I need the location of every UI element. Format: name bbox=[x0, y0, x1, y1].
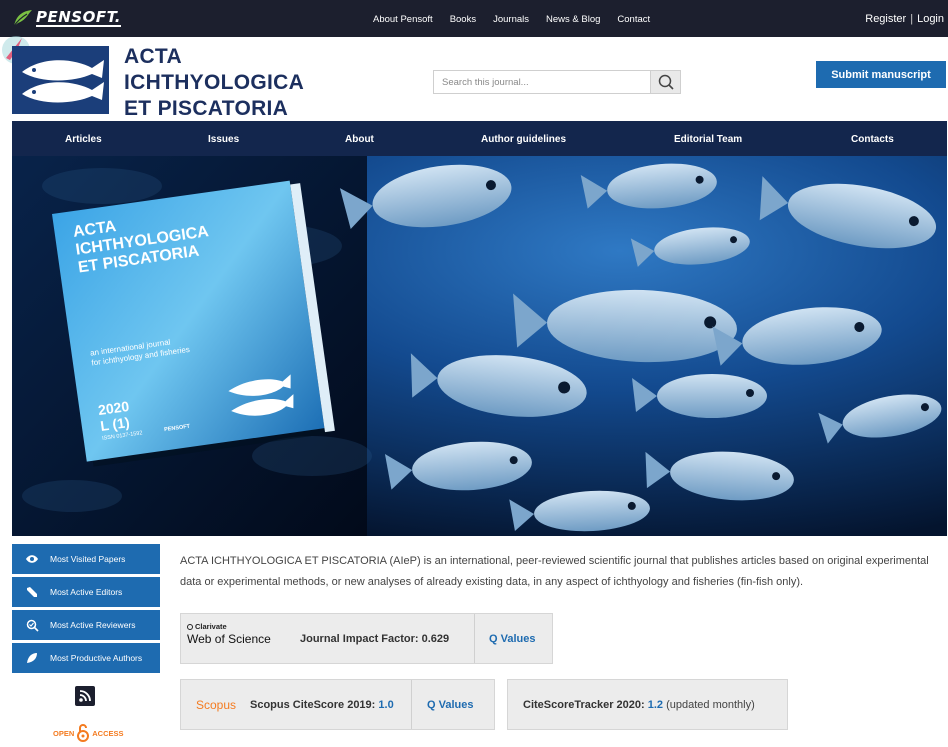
top-nav: About Pensoft Books Journals News & Blog… bbox=[373, 14, 650, 25]
wos-brand-main: Web of Science bbox=[187, 632, 271, 646]
nav-author-guidelines[interactable]: Author guidelines bbox=[481, 134, 566, 145]
open-access-logo: OPEN ACCESS bbox=[53, 724, 124, 742]
pensoft-logo[interactable]: PENSOFT. bbox=[12, 8, 121, 28]
topnav-books[interactable]: Books bbox=[450, 14, 476, 25]
topnav-about-pensoft[interactable]: About Pensoft bbox=[373, 14, 433, 25]
sidebar: Most Visited Papers Most Active Editors … bbox=[12, 544, 160, 676]
journal-title-line-2: ICHTHYOLOGICA bbox=[124, 71, 305, 94]
most-active-editors-button[interactable]: Most Active Editors bbox=[12, 577, 160, 607]
nav-issues[interactable]: Issues bbox=[208, 134, 239, 145]
rss-icon[interactable] bbox=[75, 686, 95, 706]
topnav-news-blog[interactable]: News & Blog bbox=[546, 14, 600, 25]
submit-manuscript-button[interactable]: Submit manuscript bbox=[816, 61, 946, 88]
pensoft-leaf-icon bbox=[13, 10, 32, 27]
wos-divider bbox=[474, 614, 475, 663]
most-active-reviewers-label: Most Active Reviewers bbox=[50, 620, 136, 630]
wos-brand-top: Clarivate bbox=[195, 622, 227, 631]
topnav-journals[interactable]: Journals bbox=[493, 14, 529, 25]
auth-separator: | bbox=[910, 13, 914, 25]
hero-banner: ACTA ICHTHYOLOGICA ET PISCATORIA an inte… bbox=[12, 156, 947, 536]
pen-icon bbox=[22, 586, 42, 598]
most-productive-authors-label: Most Productive Authors bbox=[50, 653, 143, 663]
web-of-science-box: Clarivate Web of Science Journal Impact … bbox=[180, 613, 553, 664]
nav-about[interactable]: About bbox=[345, 134, 374, 145]
nav-articles[interactable]: Articles bbox=[65, 134, 102, 145]
login-link[interactable]: Login bbox=[917, 13, 944, 25]
citescore-tracker-note: (updated monthly) bbox=[666, 699, 755, 711]
nav-contacts[interactable]: Contacts bbox=[851, 134, 894, 145]
pensoft-logo-text: PENSOFT. bbox=[36, 8, 121, 27]
scopus-citescore: Scopus CiteScore 2019: 1.0 bbox=[250, 699, 394, 711]
search-input[interactable]: Search this journal... bbox=[442, 77, 529, 88]
most-productive-authors-button[interactable]: Most Productive Authors bbox=[12, 643, 160, 673]
most-visited-papers-label: Most Visited Papers bbox=[50, 554, 126, 564]
scopus-logo: Scopus bbox=[196, 698, 237, 712]
journal-title[interactable]: ACTA ICHTHYOLOGICA ET PISCATORIA bbox=[124, 44, 304, 122]
leaf-icon bbox=[22, 652, 42, 664]
journal-logo[interactable] bbox=[12, 46, 109, 114]
open-lock-icon bbox=[77, 724, 90, 742]
topnav-contact[interactable]: Contact bbox=[617, 14, 650, 25]
cover-text: ACTA ICHTHYOLOGICA ET PISCATORIA an inte… bbox=[72, 191, 340, 442]
scopus-citescore-value: 1.0 bbox=[378, 699, 394, 711]
scopus-divider bbox=[411, 680, 412, 729]
search-box: Search this journal... bbox=[433, 70, 681, 94]
citescore-tracker-box: CiteScoreTracker 2020: 1.2 (updated mont… bbox=[507, 679, 788, 730]
search-button[interactable] bbox=[650, 71, 680, 93]
scopus-q-values-link[interactable]: Q Values bbox=[427, 699, 473, 711]
scopus-citescore-label: Scopus CiteScore 2019: bbox=[250, 699, 376, 711]
auth-links: Register | Login bbox=[865, 13, 944, 25]
journal-title-line-1: ACTA bbox=[124, 45, 182, 68]
main-nav: Articles Issues About Author guidelines … bbox=[12, 121, 947, 156]
eye-icon bbox=[22, 554, 42, 564]
most-active-editors-label: Most Active Editors bbox=[50, 587, 123, 597]
top-bar: PENSOFT. About Pensoft Books Journals Ne… bbox=[0, 0, 948, 37]
nav-editorial-team[interactable]: Editorial Team bbox=[674, 134, 742, 145]
journal-title-line-3: ET PISCATORIA bbox=[124, 97, 289, 120]
most-active-reviewers-button[interactable]: Most Active Reviewers bbox=[12, 610, 160, 640]
open-access-right: ACCESS bbox=[92, 728, 124, 738]
scopus-box: Scopus Scopus CiteScore 2019: 1.0 Q Valu… bbox=[180, 679, 495, 730]
journal-description: ACTA ICHTHYOLOGICA ET PISCATORIA (AIeP) … bbox=[180, 555, 929, 588]
wos-q-values-link[interactable]: Q Values bbox=[489, 633, 535, 645]
wos-impact-factor: Journal Impact Factor: 0.629 bbox=[300, 633, 450, 645]
register-link[interactable]: Register bbox=[865, 13, 906, 25]
wos-logo: Clarivate Web of Science bbox=[187, 622, 271, 646]
open-access-left: OPEN bbox=[53, 728, 75, 738]
most-visited-papers-button[interactable]: Most Visited Papers bbox=[12, 544, 160, 574]
citescore-tracker-label: CiteScoreTracker 2020: bbox=[523, 699, 645, 711]
citescore-tracker: CiteScoreTracker 2020: 1.2 (updated mont… bbox=[523, 699, 755, 711]
citescore-tracker-value: 1.2 bbox=[647, 699, 664, 711]
search-icon bbox=[658, 74, 674, 90]
fish-logo-icon bbox=[12, 46, 109, 114]
clarivate-icon bbox=[187, 624, 193, 630]
magnifier-check-icon bbox=[22, 619, 42, 632]
